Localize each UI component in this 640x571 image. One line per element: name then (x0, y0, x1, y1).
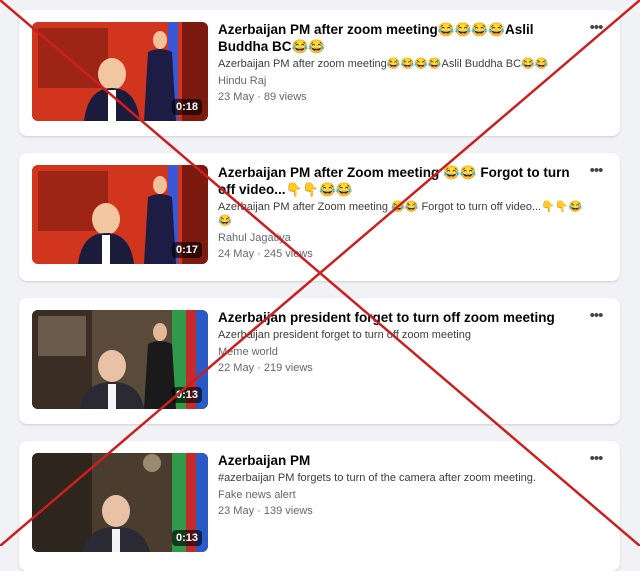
video-description: #azerbaijan PM forgets to turn of the ca… (218, 472, 536, 484)
video-date-views: 22 May · 219 views (218, 362, 313, 374)
more-horizontal-icon[interactable]: ••• (586, 20, 606, 35)
video-result-card[interactable]: 0:18 Azerbaijan PM after zoom meeting😂😂😂… (19, 10, 620, 136)
video-info: Azerbaijan PM after Zoom meeting 😂😂 Forg… (218, 164, 583, 261)
video-result-card[interactable]: 0:13 Azerbaijan PM #azerbaijan PM forget… (19, 441, 620, 571)
video-author[interactable]: Hindu Raj (218, 74, 583, 88)
video-duration-badge: 0:13 (171, 530, 202, 546)
more-horizontal-icon[interactable]: ••• (586, 451, 606, 466)
video-info: Azerbaijan PM #azerbaijan PM forgets to … (218, 452, 583, 518)
video-thumbnail[interactable]: 0:18 (32, 22, 208, 121)
video-thumbnail[interactable]: 0:13 (32, 453, 208, 552)
video-result-card[interactable]: 0:17 Azerbaijan PM after Zoom meeting 😂😂… (19, 153, 620, 281)
video-title[interactable]: Azerbaijan PM (218, 452, 583, 469)
video-description: Azerbaijan PM after Zoom meeting 😂😂 Forg… (218, 201, 583, 227)
video-author[interactable]: Fake news alert (218, 488, 583, 502)
video-description: Azerbaijan PM after zoom meeting😂😂😂😂Asli… (218, 58, 549, 70)
more-horizontal-icon[interactable]: ••• (586, 308, 606, 323)
more-horizontal-icon[interactable]: ••• (586, 163, 606, 178)
video-title[interactable]: Azerbaijan PM after zoom meeting😂😂😂😂Asli… (218, 21, 583, 55)
video-thumbnail[interactable]: 0:13 (32, 310, 208, 409)
video-thumbnail[interactable]: 0:17 (32, 165, 208, 264)
video-author[interactable]: Meme world (218, 345, 583, 359)
video-duration-badge: 0:13 (171, 387, 202, 403)
video-date-views: 23 May · 139 views (218, 505, 313, 517)
video-author[interactable]: Rahul Jagatiya (218, 231, 583, 245)
video-results-feed: 0:18 Azerbaijan PM after zoom meeting😂😂😂… (0, 0, 640, 571)
video-info: Azerbaijan PM after zoom meeting😂😂😂😂Asli… (218, 21, 583, 104)
video-date-views: 23 May · 89 views (218, 91, 307, 103)
video-result-card[interactable]: 0:13 Azerbaijan president forget to turn… (19, 298, 620, 424)
video-duration-badge: 0:17 (171, 242, 202, 258)
video-duration-badge: 0:18 (171, 99, 202, 115)
video-info: Azerbaijan president forget to turn off … (218, 309, 583, 375)
video-date-views: 24 May · 245 views (218, 248, 313, 260)
video-title[interactable]: Azerbaijan president forget to turn off … (218, 309, 583, 326)
video-title[interactable]: Azerbaijan PM after Zoom meeting 😂😂 Forg… (218, 164, 583, 198)
video-description: Azerbaijan president forget to turn off … (218, 329, 471, 341)
